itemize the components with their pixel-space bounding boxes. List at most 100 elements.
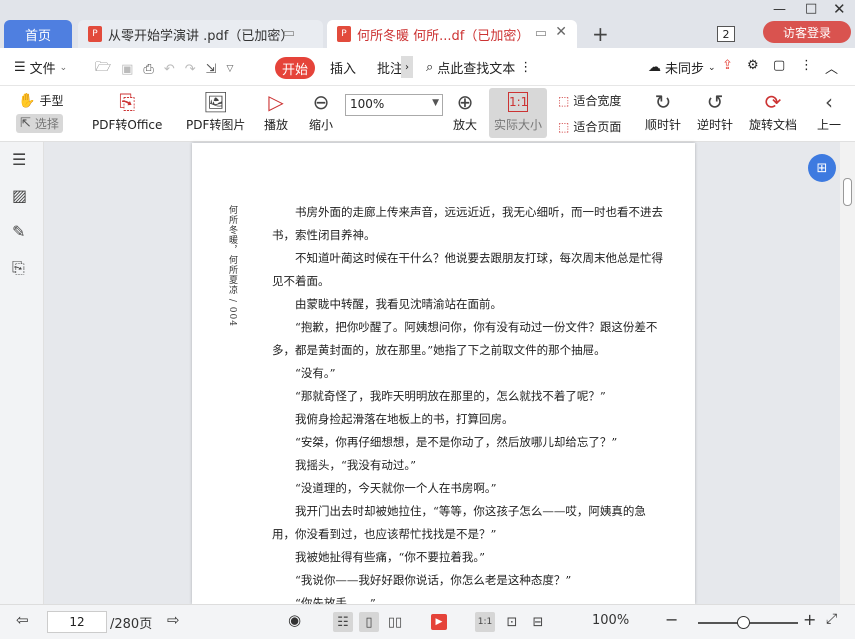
pdf-to-image-button[interactable]: 🖼 PDF转图片	[186, 90, 245, 133]
status-bar: ⇦ 12 /280页 ⇨ ◉ ☷ ▯ ▯▯ ▶ 1:1 ⊡ ⊟ 100% − +…	[0, 604, 855, 639]
zoom-slider-knob[interactable]	[737, 616, 750, 629]
menu-start[interactable]: 开始	[275, 57, 315, 79]
print-icon[interactable]: ⎙	[143, 62, 153, 77]
actual-size-button[interactable]: 1:1 实际大小	[489, 88, 547, 138]
clockwise-label: 顺时针	[645, 118, 682, 132]
vertical-scrollbar[interactable]	[840, 142, 855, 604]
export-icon[interactable]: ⇲	[206, 62, 217, 77]
zoom-in-icon: ⊕	[456, 90, 474, 114]
thumbnail-icon[interactable]: ▨	[12, 186, 27, 205]
chevron-down-icon: ⌄	[59, 62, 68, 73]
screen-icon[interactable]: ▭	[283, 26, 295, 41]
redo-icon[interactable]: ↷	[185, 62, 196, 77]
tab-doc-1-label: 从零开始学演讲 .pdf（已加密）	[108, 28, 294, 44]
zoom-in-icon[interactable]: +	[803, 610, 816, 629]
search-label: 点此查找文本	[437, 62, 516, 77]
fit-page-button[interactable]: ⬚ 适合页面	[558, 118, 621, 135]
share-icon[interactable]: ⇪	[722, 58, 733, 73]
window-count-badge[interactable]: 2	[717, 26, 735, 42]
document-page: 何所冬暖，何所夏凉 / 004 书房外面的走廊上传来声音，远远近近，我无心细听，…	[192, 143, 695, 604]
close-window-icon[interactable]: ✕	[833, 0, 846, 18]
screen-icon[interactable]: ▭	[535, 26, 547, 41]
text-line: 我被她扯得有些痛，“你不要拉着我。”	[295, 550, 486, 564]
zoom-select[interactable]: 100% ▼	[345, 94, 443, 116]
new-tab-button[interactable]: +	[592, 22, 609, 46]
tab-doc-1[interactable]: P 从零开始学演讲 .pdf（已加密） ▭	[78, 20, 323, 48]
hand-icon: ✋	[18, 92, 36, 109]
previous-page-button[interactable]: ‹ 上一	[817, 90, 841, 133]
attachment-icon[interactable]: ⎘	[12, 258, 25, 278]
actual-size-label: 实际大小	[493, 118, 542, 132]
select-tool[interactable]: ⇱ 选择	[16, 114, 63, 133]
collapse-ribbon-icon[interactable]: ︿	[825, 58, 838, 77]
maximize-icon[interactable]: □	[805, 1, 817, 16]
prev-page-icon[interactable]: ⇦	[16, 611, 29, 629]
text-line: 不知道叶蔺这时候在干什么？他说要去跟朋友打球，每次周末他总是忙得	[295, 251, 663, 265]
play-icon[interactable]: ▶	[431, 614, 447, 630]
rotate-counter-clockwise-button[interactable]: ↺ 逆时针	[697, 90, 733, 133]
pdf-to-office-button[interactable]: ⎘ PDF转Office	[92, 90, 162, 133]
pdf-icon: P	[337, 26, 351, 42]
actual-size-icon[interactable]: 1:1	[475, 612, 495, 632]
tab-home[interactable]: 首页	[4, 20, 72, 48]
undo-icon[interactable]: ↶	[164, 62, 175, 77]
text-line: 见不着面。	[272, 274, 330, 288]
text-line: 用，你没看到过，也应该帮忙找找是不是？”	[272, 527, 497, 541]
running-head: 何所冬暖，何所夏凉 / 004	[227, 205, 237, 327]
play-icon: ▷	[268, 90, 284, 114]
more-vertical-icon: ⋮	[519, 60, 533, 75]
fit-width-icon[interactable]: ⊟	[528, 612, 548, 632]
total-pages: /280页	[110, 617, 153, 632]
close-tab-icon[interactable]: ✕	[555, 24, 567, 40]
scrollbar-thumb[interactable]	[843, 178, 852, 206]
zoom-slider[interactable]	[698, 616, 798, 629]
counter-clockwise-label: 逆时针	[697, 118, 734, 132]
chevron-left-icon: ‹	[825, 90, 833, 114]
floating-tool-icon[interactable]: ⊞	[808, 154, 836, 182]
login-button[interactable]: 访客登录	[763, 21, 851, 43]
text-line: 我摇头，“我没有动过。”	[295, 458, 417, 472]
rotate-document-button[interactable]: ⟳ 旋转文档	[749, 90, 797, 133]
eye-icon[interactable]: ◉	[288, 611, 301, 629]
zoom-out-icon[interactable]: −	[665, 610, 678, 629]
menu-annotate[interactable]: 批注	[377, 58, 403, 77]
continuous-view-icon[interactable]: ▯	[359, 612, 379, 632]
page-text: 书房外面的走廊上传来声音，远远近近，我无心细听，而一时也看不进去 书，索性闭目养神…	[272, 201, 663, 604]
fit-page-icon[interactable]: ⊡	[502, 612, 522, 632]
settings-icon[interactable]: ⚙	[747, 58, 759, 73]
fit-page-icon: ⬚	[558, 119, 570, 134]
single-page-view-icon[interactable]: ☷	[333, 612, 353, 632]
text-line: “我说你——我好好跟你说话，你怎么老是这种态度？”	[295, 573, 572, 587]
pdf-office-label: PDF转Office	[92, 118, 163, 132]
next-page-icon[interactable]: ⇨	[167, 611, 180, 629]
rotate-counter-clockwise-icon: ↺	[706, 90, 724, 114]
save-icon[interactable]: ▣	[121, 62, 133, 77]
fullscreen-icon[interactable]: ⤢	[826, 611, 837, 627]
play-button[interactable]: ▷ 播放	[264, 90, 288, 133]
more-icon[interactable]: ⋮	[800, 58, 813, 73]
hand-tool[interactable]: ✋ 手型	[18, 92, 63, 109]
menu-scroll-right[interactable]: ›	[401, 56, 413, 78]
zoom-out-button[interactable]: ⊖ 缩小	[309, 90, 333, 133]
text-line: “没有。”	[295, 366, 336, 380]
file-menu-label: 文件	[29, 62, 56, 77]
more-dropdown-icon[interactable]: ▽	[227, 64, 234, 74]
page-number-input[interactable]: 12	[47, 611, 107, 633]
minimize-icon[interactable]: —	[773, 2, 786, 17]
search-icon: ⌕	[426, 60, 434, 75]
outline-icon[interactable]: ☰	[12, 150, 26, 169]
search-box[interactable]: ⌕ 点此查找文本 ⋮	[426, 58, 532, 77]
two-page-view-icon[interactable]: ▯▯	[385, 612, 405, 632]
rotate-clockwise-button[interactable]: ↻ 顺时针	[645, 90, 681, 133]
file-menu[interactable]: ☰ 文件 ⌄	[14, 58, 67, 77]
sync-status[interactable]: ☁ 未同步 ⌄	[648, 58, 716, 77]
fit-width-button[interactable]: ⬚ 适合宽度	[558, 92, 621, 109]
tab-doc-2[interactable]: P 何所冬暖 何所...df（已加密） ▭ ✕	[327, 20, 577, 48]
rotate-doc-label: 旋转文档	[749, 118, 798, 132]
comment-icon[interactable]: ▢	[773, 58, 785, 73]
zoom-in-button[interactable]: ⊕ 放大	[453, 90, 477, 133]
open-folder-icon[interactable]: 🗁	[95, 58, 111, 80]
play-label: 播放	[264, 118, 289, 132]
annotation-icon[interactable]: ✎	[12, 222, 25, 241]
menu-insert[interactable]: 插入	[330, 58, 356, 77]
